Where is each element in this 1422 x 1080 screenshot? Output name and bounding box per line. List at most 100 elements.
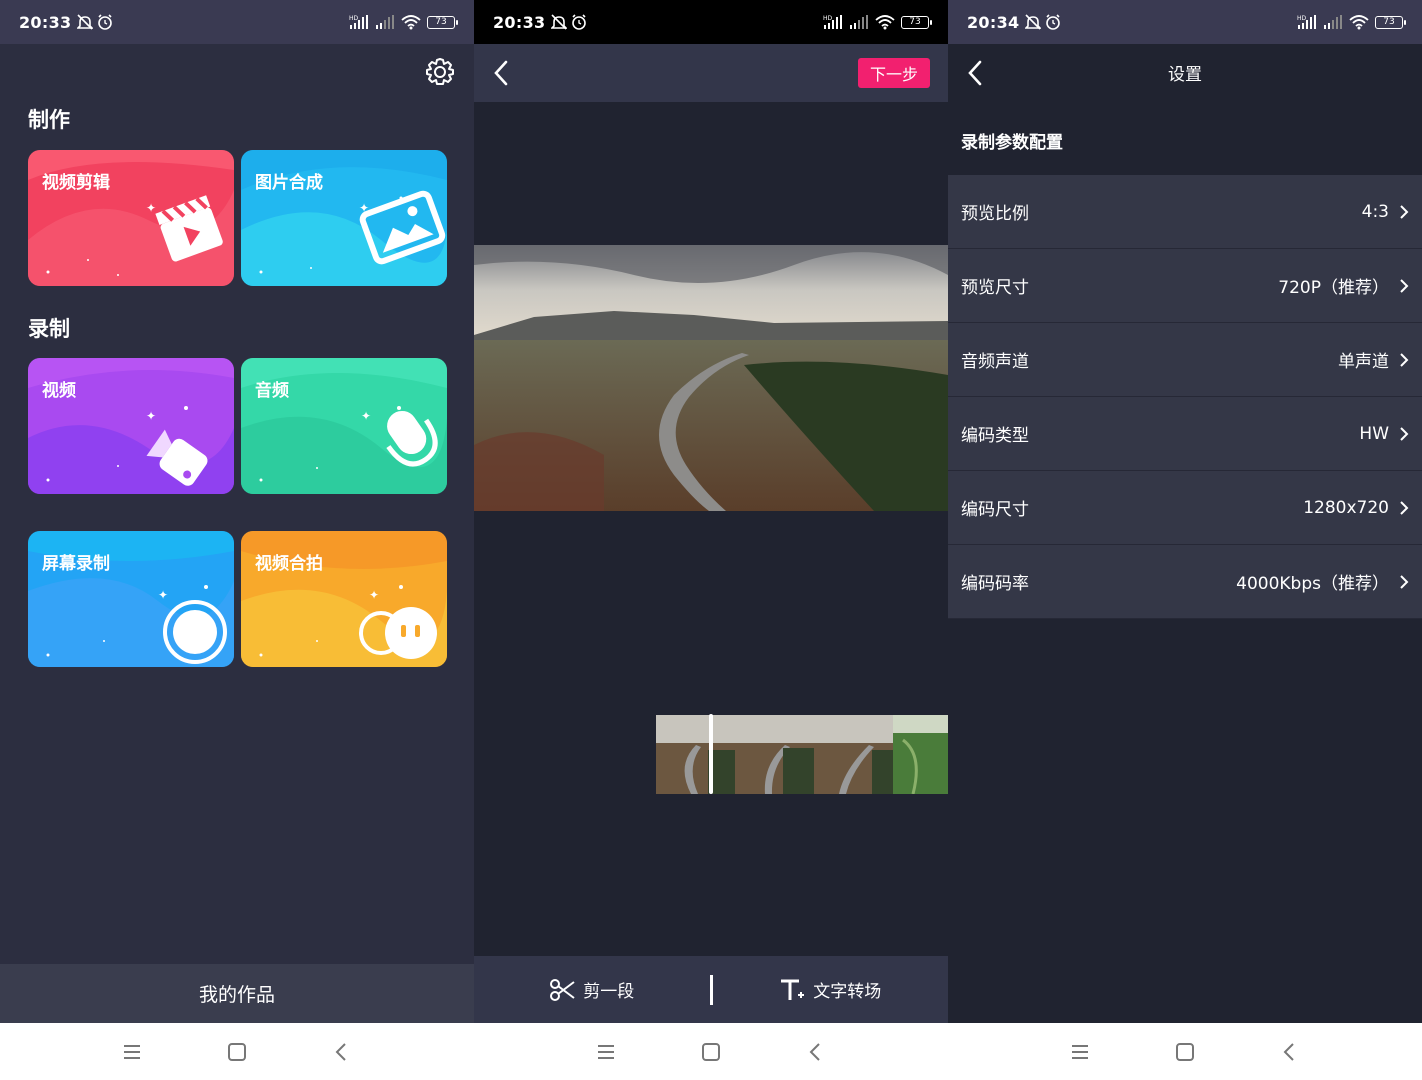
back-nav-button[interactable] (1270, 1032, 1310, 1072)
signal-icon (850, 15, 868, 29)
next-step-button[interactable]: 下一步 (858, 58, 930, 88)
status-bar: 20:33 73 (0, 0, 474, 44)
bell-off-icon (77, 14, 94, 30)
image-compose-card[interactable]: ✦ 图片合成 (241, 150, 447, 286)
setting-row-encode-type[interactable]: 编码类型 HW (948, 397, 1422, 471)
home-nav-button[interactable] (1165, 1032, 1205, 1072)
status-bar: 20:34 73 (948, 0, 1422, 44)
chevron-right-icon (1400, 278, 1408, 293)
video-duet-card[interactable]: ✦ 视频合拍 (241, 531, 447, 667)
image-icon (359, 190, 446, 265)
home-nav-button[interactable] (217, 1032, 257, 1072)
battery-icon: 73 (427, 15, 458, 29)
status-time: 20:33 (19, 12, 72, 32)
bell-off-icon (1025, 14, 1042, 30)
battery-icon: 73 (1375, 15, 1406, 29)
card-label: 视频合拍 (255, 554, 323, 574)
setting-row-audio-channel[interactable]: 音频声道 单声道 (948, 323, 1422, 397)
app-screens: 20:33 73 制作 ✦ 视频剪辑 ✦ 图片合成 录制 ✦ 视频 ✦ 音频 ✦… (0, 0, 1422, 1080)
setting-value: 单声道 (1338, 352, 1389, 372)
page-title: 设置 (1168, 65, 1202, 85)
timeline-playhead[interactable] (709, 714, 713, 794)
video-editor-screen: 20:33 73 下一步 剪一段 文字转场 (474, 0, 948, 1080)
setting-value: 720P（推荐） (1278, 278, 1389, 298)
card-label: 视频剪辑 (42, 173, 110, 193)
menu-nav-button[interactable] (586, 1032, 626, 1072)
record-circle-icon (163, 600, 227, 664)
svg-text:✦: ✦ (361, 409, 371, 423)
back-nav-button[interactable] (796, 1032, 836, 1072)
setting-value: 4000Kbps（推荐） (1236, 574, 1389, 594)
settings-gear-icon[interactable] (424, 56, 456, 88)
wifi-icon (875, 15, 895, 30)
text-transition-label: 文字转场 (813, 982, 882, 1002)
menu-nav-button[interactable] (1060, 1032, 1100, 1072)
signal-hd-icon (823, 15, 842, 29)
bell-off-icon (551, 14, 568, 30)
setting-value: HW (1359, 423, 1389, 444)
setting-label: 预览比例 (961, 204, 1029, 224)
status-bar: 20:33 73 (474, 0, 948, 44)
menu-icon (1071, 1044, 1090, 1059)
home-screen: 20:33 73 制作 ✦ 视频剪辑 ✦ 图片合成 录制 ✦ 视频 ✦ 音频 ✦… (0, 0, 474, 1080)
setting-label: 编码尺寸 (961, 500, 1029, 520)
settings-screen: 20:34 73 设置 录制参数配置 预览比例 4:3 预览尺寸 720P（推荐… (948, 0, 1422, 1080)
setting-row-preview-size[interactable]: 预览尺寸 720P（推荐） (948, 249, 1422, 323)
back-chevron-icon (809, 1042, 820, 1061)
back-chevron-icon (1283, 1042, 1294, 1061)
menu-icon (123, 1044, 142, 1059)
my-works-tab[interactable]: 我的作品 (0, 964, 474, 1023)
card-label: 音频 (255, 381, 289, 401)
back-nav-button[interactable] (322, 1032, 362, 1072)
setting-label: 编码类型 (961, 426, 1029, 446)
screen-record-card[interactable]: ✦ 屏幕录制 (28, 531, 234, 667)
setting-label: 编码码率 (961, 574, 1029, 594)
signal-hd-icon (1297, 15, 1316, 29)
video-edit-card[interactable]: ✦ 视频剪辑 (28, 150, 234, 286)
cut-segment-button[interactable]: 剪一段 (474, 977, 710, 1002)
chevron-right-icon (1400, 500, 1408, 515)
video-preview[interactable] (474, 245, 948, 511)
svg-text:✦: ✦ (158, 588, 168, 602)
status-time: 20:34 (967, 12, 1020, 32)
signal-icon (376, 15, 394, 29)
svg-text:✦: ✦ (146, 201, 156, 215)
audio-record-card[interactable]: ✦ 音频 (241, 358, 447, 494)
home-nav-button[interactable] (691, 1032, 731, 1072)
system-navbar (0, 1023, 474, 1080)
section-title: 录制参数配置 (961, 133, 1063, 153)
video-record-card[interactable]: ✦ 视频 (28, 358, 234, 494)
editor-toolbar: 下一步 (474, 44, 948, 102)
menu-nav-button[interactable] (112, 1032, 152, 1072)
section-record-title: 录制 (28, 317, 70, 341)
setting-row-preview-ratio[interactable]: 预览比例 4:3 (948, 175, 1422, 249)
setting-row-encode-size[interactable]: 编码尺寸 1280x720 (948, 471, 1422, 545)
chevron-right-icon (1400, 574, 1408, 589)
home-square-icon (227, 1042, 246, 1061)
card-label: 屏幕录制 (42, 554, 110, 574)
setting-row-encode-bitrate[interactable]: 编码码率 4000Kbps（推荐） (948, 545, 1422, 619)
back-chevron-icon (335, 1042, 346, 1061)
system-navbar (948, 1023, 1422, 1080)
cut-segment-label: 剪一段 (583, 982, 635, 1002)
setting-value: 4:3 (1361, 201, 1389, 222)
card-label: 图片合成 (255, 173, 323, 193)
menu-icon (597, 1044, 616, 1059)
system-navbar (474, 1023, 948, 1080)
section-make-title: 制作 (28, 108, 70, 132)
timeline-strip[interactable] (656, 715, 948, 794)
chevron-right-icon (1400, 426, 1408, 441)
svg-text:✦: ✦ (369, 588, 379, 602)
scissors-icon (550, 978, 575, 1001)
battery-icon: 73 (901, 15, 932, 29)
alarm-icon (572, 14, 587, 30)
text-icon (781, 979, 805, 1000)
back-arrow-icon[interactable] (488, 59, 516, 87)
settings-list: 预览比例 4:3 预览尺寸 720P（推荐） 音频声道 单声道 编码类型 HW … (948, 175, 1422, 619)
setting-label: 音频声道 (961, 352, 1029, 372)
setting-value: 1280x720 (1303, 497, 1389, 518)
signal-hd-icon (349, 15, 368, 29)
text-transition-button[interactable]: 文字转场 (713, 977, 949, 1002)
card-label: 视频 (42, 381, 76, 401)
wifi-icon (1349, 15, 1369, 30)
